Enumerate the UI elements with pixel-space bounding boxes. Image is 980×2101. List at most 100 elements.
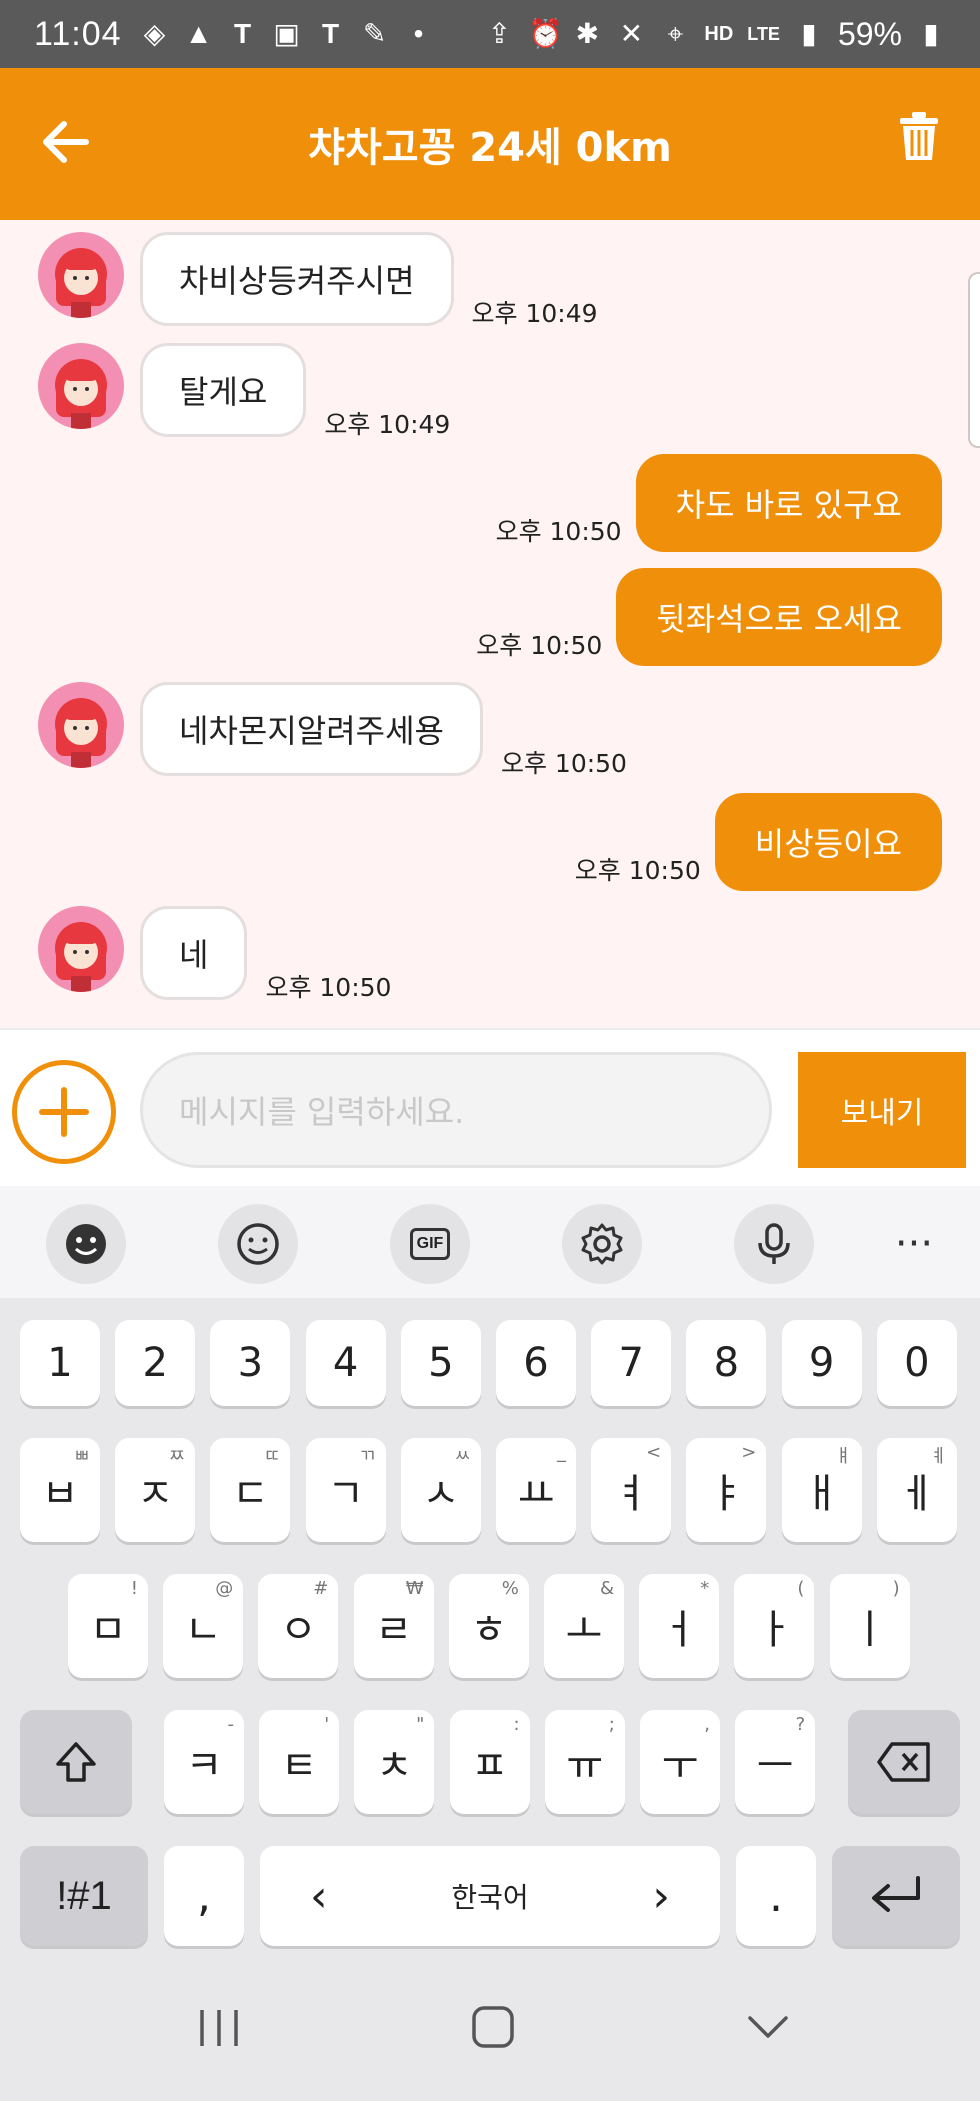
key-row3-6[interactable]: ㅡ?	[735, 1710, 816, 1814]
message-time: 오후 10:49	[324, 410, 451, 439]
message-input[interactable]: 메시지를 입력하세요.	[140, 1052, 772, 1168]
scrollbar[interactable]	[968, 272, 980, 448]
outgoing-bubble[interactable]: 뒷좌석으로 오세요	[616, 568, 942, 666]
avatar[interactable]	[38, 682, 124, 768]
key-7[interactable]: 7	[591, 1320, 672, 1406]
key-row1-8[interactable]: ㅐㅒ	[781, 1438, 862, 1542]
message-row: 네차몬지알려주세용 오후 10:50	[38, 682, 627, 778]
key-0[interactable]: 0	[876, 1320, 957, 1406]
key-row1-2[interactable]: ㄷㄸ	[210, 1438, 291, 1542]
shift-key[interactable]	[20, 1710, 132, 1814]
message-time: 오후 10:50	[265, 973, 392, 1002]
key-row3-3[interactable]: ㅍ:	[449, 1710, 530, 1814]
key-row2-8-label: ㅣ	[851, 1607, 888, 1653]
outgoing-bubble[interactable]: 차도 바로 있구요	[635, 454, 942, 552]
emoji-icon[interactable]	[218, 1204, 298, 1284]
key-4[interactable]: 4	[305, 1320, 386, 1406]
avatar[interactable]	[38, 906, 124, 992]
key-row3-1-hint: '	[324, 1714, 330, 1735]
key-row2-5[interactable]: ㅗ &	[544, 1574, 624, 1678]
message-time: 오후 10:50	[495, 517, 622, 546]
key-row3-1[interactable]: ㅌ '	[259, 1710, 340, 1814]
backspace-key[interactable]	[848, 1710, 960, 1814]
space-key[interactable]: ‹ 한국어 ›	[260, 1846, 720, 1946]
key-row2-5-hint: &	[599, 1578, 614, 1599]
recent-apps-icon[interactable]	[196, 2006, 242, 2050]
gif-label: GIF	[409, 1228, 451, 1260]
status-bar: 11:04 ◈ ▲ T ▣ T ✎ • ⇪ ⏰ ✱ ✕ ⌖ HD LTE ▮ 5…	[0, 0, 980, 68]
send-button[interactable]: 보내기	[798, 1052, 966, 1168]
incoming-bubble[interactable]: 차비상등켜주시면	[140, 232, 454, 326]
enter-icon	[872, 1876, 920, 1912]
avatar[interactable]	[38, 343, 124, 429]
key-8[interactable]: 8	[686, 1320, 767, 1406]
key-row1-0[interactable]: ㅂㅃ	[20, 1438, 100, 1542]
key-6[interactable]: 6	[496, 1320, 576, 1406]
key-row3-4[interactable]: ㅠ;	[544, 1710, 625, 1814]
key-4-label: 4	[332, 1340, 359, 1386]
key-row2-4[interactable]: ㅎ%	[448, 1574, 529, 1678]
enter-key[interactable]	[832, 1846, 960, 1946]
key-row1-9[interactable]: ㅔㅖ	[876, 1438, 957, 1542]
key-row3-2[interactable]: ㅊ "	[354, 1710, 435, 1814]
message-time: 오후 10:50	[500, 749, 627, 778]
key-7-label: 7	[618, 1340, 644, 1386]
key-row3-0[interactable]: ㅋ-	[164, 1710, 244, 1814]
key-2[interactable]: 2	[115, 1320, 196, 1406]
add-attachment-button[interactable]	[12, 1060, 116, 1164]
more-icon[interactable]: ···	[884, 1204, 944, 1284]
key-1[interactable]: 1	[20, 1320, 100, 1406]
emoji-sticker-icon[interactable]	[46, 1204, 126, 1284]
key-row1-1[interactable]: ㅈㅉ	[115, 1438, 196, 1542]
outgoing-bubble[interactable]: 비상등이요	[714, 793, 942, 891]
hd-voice-label: HD	[704, 22, 734, 45]
key-row3-5[interactable]: ㅜ,	[640, 1710, 720, 1814]
key-row1-3-hint: ㄲ	[359, 1446, 376, 1467]
mic-icon[interactable]	[734, 1204, 814, 1284]
back-nav-icon[interactable]	[746, 2012, 790, 2042]
keyboard-toolbar: GIF ···	[0, 1186, 980, 1298]
key-row2-0[interactable]: ㅁ!	[68, 1574, 148, 1678]
backspace-icon	[877, 1742, 930, 1782]
key-row2-3[interactable]: ㄹ ₩	[353, 1574, 434, 1678]
key-row2-2[interactable]: ㅇ #	[258, 1574, 339, 1678]
key-3-label: 3	[237, 1340, 264, 1386]
home-icon[interactable]	[470, 2004, 516, 2050]
key-row1-7-hint: >	[741, 1442, 757, 1463]
key-row2-7[interactable]: ㅏ(	[734, 1574, 815, 1678]
key-row1-5[interactable]: ㅛ _	[496, 1438, 576, 1542]
key-row1-3[interactable]: ㄱㄲ	[305, 1438, 386, 1542]
system-icons: ⇪ ⏰ ✱ ✕ ⌖ HD LTE ▮ 59% ▮	[484, 16, 946, 53]
key-row1-6[interactable]: ㅕ <	[591, 1438, 672, 1542]
key-row1-8-hint: ㅒ	[835, 1446, 852, 1467]
incoming-bubble[interactable]: 네차몬지알려주세용	[140, 682, 483, 776]
period-key[interactable]: .	[736, 1846, 816, 1946]
symbols-key[interactable]: !#1	[20, 1846, 148, 1946]
key-row3-3-hint: :	[513, 1714, 520, 1735]
incoming-bubble[interactable]: 탈게요	[140, 343, 307, 437]
key-9[interactable]: 9	[781, 1320, 862, 1406]
key-row1-4[interactable]: ㅅㅆ	[400, 1438, 481, 1542]
key-row2-8[interactable]: ㅣ)	[829, 1574, 910, 1678]
key-9-label: 9	[808, 1340, 835, 1386]
key-row2-6[interactable]: ㅓ *	[639, 1574, 720, 1678]
back-arrow-icon[interactable]	[38, 114, 94, 170]
settings-icon[interactable]	[562, 1204, 642, 1284]
key-3[interactable]: 3	[210, 1320, 291, 1406]
gallery-icon: ▣	[273, 18, 300, 49]
key-5[interactable]: 5	[400, 1320, 481, 1406]
incoming-bubble[interactable]: 네	[140, 906, 248, 1000]
key-row1-5-hint: _	[557, 1442, 566, 1463]
key-row3-2-hint: "	[416, 1714, 425, 1735]
gif-icon[interactable]: GIF	[390, 1204, 470, 1284]
key-row2-0-hint: !	[130, 1578, 138, 1599]
key-row2-1[interactable]: ㄴ @	[163, 1574, 244, 1678]
key-row1-7[interactable]: ㅑ >	[686, 1438, 767, 1542]
trash-icon[interactable]	[898, 112, 940, 162]
comma-key[interactable]: ,	[164, 1846, 244, 1946]
key-row2-2-label: ㅇ	[279, 1607, 317, 1653]
chat-area[interactable]: 차비상등켜주시면 오후 10:49 탈게요 오후 10:49 오후 10:50 …	[0, 220, 980, 1028]
avatar[interactable]	[38, 232, 124, 318]
key-row1-5-label: ㅛ	[517, 1471, 555, 1517]
key-8-label: 8	[713, 1340, 740, 1386]
